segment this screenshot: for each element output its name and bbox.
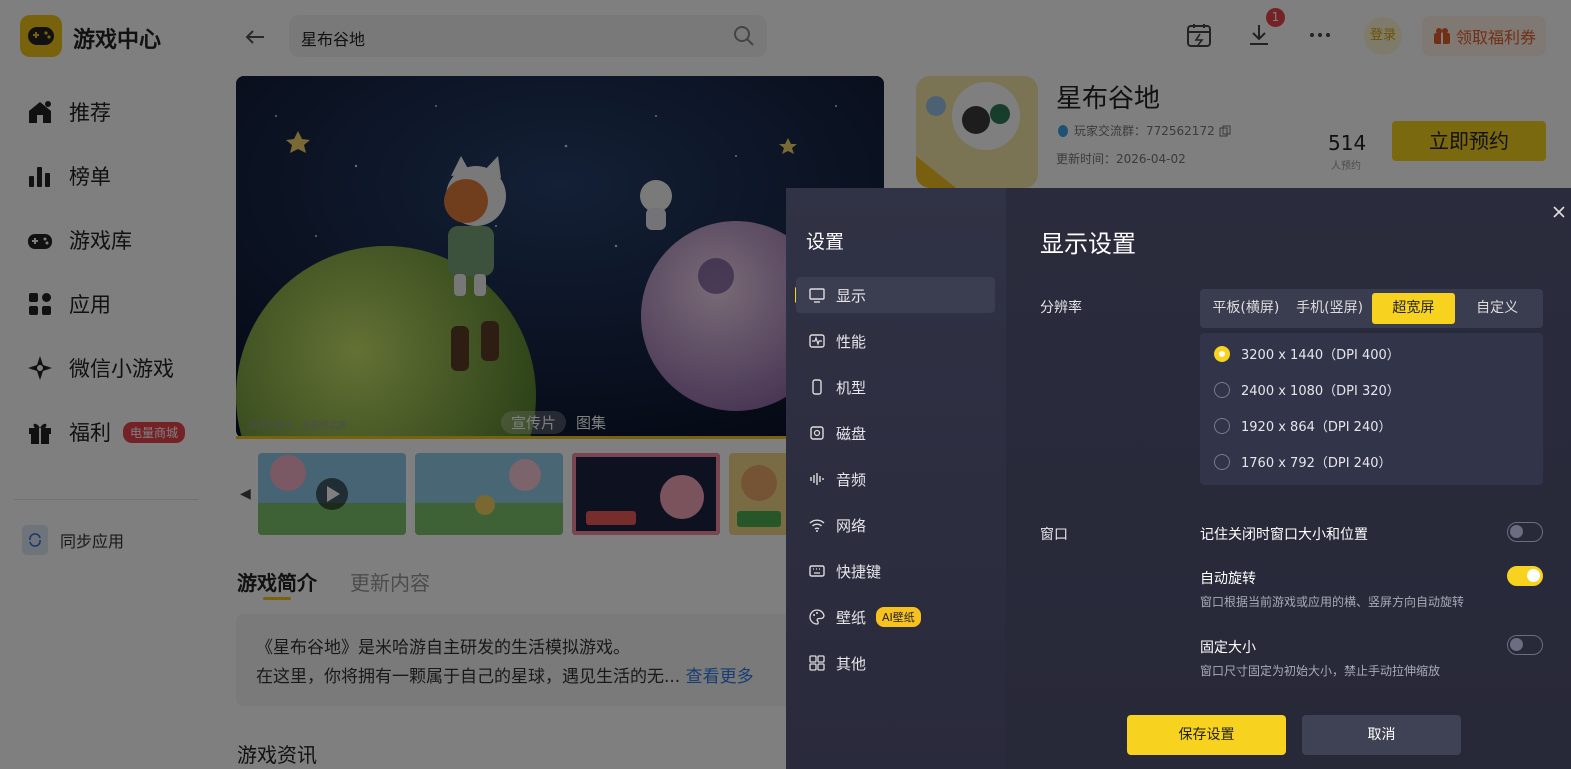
remember-window-toggle[interactable] (1507, 522, 1543, 542)
radio[interactable] (1214, 453, 1230, 470)
fixed-size-toggle[interactable] (1507, 635, 1543, 655)
settings-nav-label: 音频 (836, 470, 867, 489)
app-root: 游戏中心 推荐 榜单 游戏库 应用 微信小游戏 福利 电量商城 (0, 0, 1571, 769)
settings-nav-wallpaper[interactable]: 壁纸 AI壁纸 (796, 599, 995, 635)
audio-icon (810, 473, 824, 485)
resolution-label: 分辨率 (1040, 300, 1082, 316)
phone-model-icon (812, 379, 822, 395)
settings-nav-label: 其他 (836, 654, 867, 673)
toggle-knob (1527, 569, 1540, 582)
resolution-option-label: 1920 x 864（DPI 240） (1241, 420, 1392, 435)
settings-nav-label: 网络 (836, 516, 867, 535)
settings-nav-label: 性能 (836, 332, 867, 351)
performance-icon (809, 334, 825, 348)
settings-nav-device-model[interactable]: 机型 (796, 369, 995, 405)
resolution-tab-ultrawide[interactable]: 超宽屏 (1371, 293, 1456, 324)
save-settings-button[interactable]: 保存设置 (1127, 715, 1286, 755)
settings-dialog: 设置 显示 性能 机型 磁盘 音频 网络 快捷键 壁纸 AI壁纸 其他 显示设置… (786, 188, 1571, 769)
cancel-button[interactable]: 取消 (1302, 715, 1461, 755)
display-icon (809, 288, 825, 303)
resolution-option[interactable]: 1920 x 864（DPI 240） (1214, 416, 1391, 435)
remember-window-option: 记住关闭时窗口大小和位置 (1200, 527, 1368, 543)
ai-wallpaper-badge: AI壁纸 (876, 607, 921, 627)
section-title: 显示设置 (1040, 230, 1136, 258)
resolution-tab-tablet[interactable]: 平板(横屏) (1204, 293, 1288, 324)
settings-nav-disk[interactable]: 磁盘 (796, 415, 995, 451)
settings-nav-display[interactable]: 显示 (796, 277, 995, 313)
wifi-icon (809, 519, 825, 532)
auto-rotate-option: 自动旋转 (1200, 571, 1256, 587)
settings-nav-label: 显示 (836, 286, 867, 305)
toggle-knob (1510, 525, 1523, 538)
fixed-size-option: 固定大小 (1200, 640, 1256, 656)
resolution-option[interactable]: 2400 x 1080（DPI 320） (1214, 380, 1400, 399)
resolution-options: 3200 x 1440（DPI 400） 2400 x 1080（DPI 320… (1200, 333, 1543, 485)
resolution-tab-custom[interactable]: 自定义 (1455, 293, 1539, 324)
auto-rotate-toggle[interactable] (1507, 566, 1543, 586)
fixed-size-desc: 窗口尺寸固定为初始大小，禁止手动拉伸缩放 (1200, 664, 1441, 678)
radio-selected[interactable] (1214, 345, 1230, 362)
settings-nav-label: 快捷键 (836, 562, 882, 581)
grid-icon (809, 655, 825, 671)
close-icon[interactable] (1551, 204, 1567, 220)
settings-nav-label: 机型 (836, 378, 867, 397)
resolution-option[interactable]: 1760 x 792（DPI 240） (1214, 452, 1391, 471)
settings-nav: 设置 显示 性能 机型 磁盘 音频 网络 快捷键 壁纸 AI壁纸 其他 (786, 188, 1006, 769)
settings-nav-shortcuts[interactable]: 快捷键 (796, 553, 995, 589)
resolution-option-label: 1760 x 792（DPI 240） (1241, 456, 1392, 471)
settings-nav-audio[interactable]: 音频 (796, 461, 995, 497)
resolution-option[interactable]: 3200 x 1440（DPI 400） (1214, 344, 1400, 363)
settings-nav-other[interactable]: 其他 (796, 645, 995, 681)
resolution-tabs: 平板(横屏) 手机(竖屏) 超宽屏 自定义 (1200, 289, 1543, 328)
disk-icon (810, 426, 824, 440)
resolution-option-label: 2400 x 1080（DPI 320） (1241, 384, 1400, 399)
radio[interactable] (1214, 417, 1230, 434)
settings-title: 设置 (806, 231, 845, 253)
auto-rotate-desc: 窗口根据当前游戏或应用的横、竖屏方向自动旋转 (1200, 595, 1465, 609)
window-label: 窗口 (1040, 527, 1068, 543)
resolution-option-label: 3200 x 1440（DPI 400） (1241, 348, 1400, 363)
settings-nav-label: 壁纸 (836, 608, 867, 627)
toggle-knob (1510, 638, 1523, 651)
keyboard-icon (809, 565, 825, 577)
resolution-tab-phone[interactable]: 手机(竖屏) (1288, 293, 1372, 324)
settings-nav-network[interactable]: 网络 (796, 507, 995, 543)
palette-icon (809, 609, 825, 625)
settings-nav-label: 磁盘 (836, 424, 867, 443)
radio[interactable] (1214, 381, 1230, 398)
settings-nav-performance[interactable]: 性能 (796, 323, 995, 359)
